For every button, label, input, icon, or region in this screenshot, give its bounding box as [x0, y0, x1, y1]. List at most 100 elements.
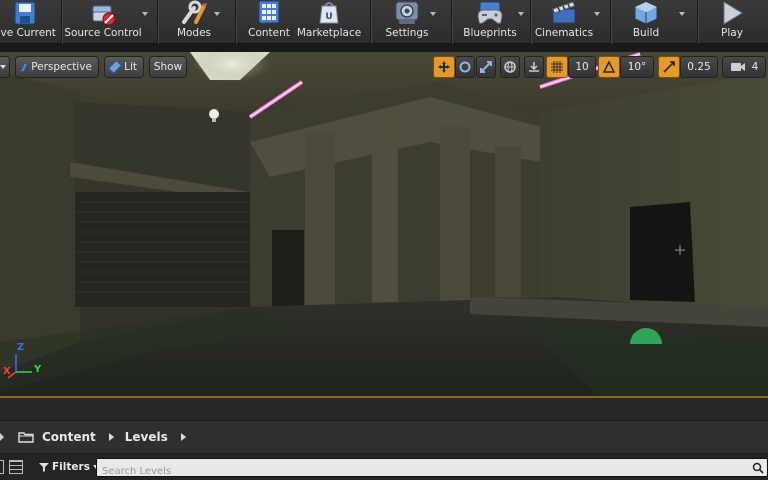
- translate-tool-button[interactable]: [433, 56, 455, 78]
- modes-button[interactable]: Modes: [170, 0, 218, 44]
- content-label: Content: [248, 27, 290, 39]
- search-levels-input[interactable]: [97, 463, 767, 480]
- breadcrumb-content[interactable]: Content: [42, 430, 96, 444]
- blueprints-label: Blueprints: [463, 27, 517, 39]
- modes-label: Modes: [176, 27, 212, 39]
- breadcrumb-levels[interactable]: Levels: [125, 430, 168, 444]
- toolbar-separator: [697, 0, 698, 44]
- main-toolbar: ave Current Source Control Modes Content…: [0, 0, 768, 44]
- surface-snapping-button[interactable]: [524, 56, 544, 78]
- save-current-label: ave Current: [0, 27, 56, 39]
- cinematics-label: Cinematics: [534, 27, 594, 39]
- perspective-button[interactable]: Perspective: [15, 56, 99, 78]
- cinematics-clapper-icon: [547, 0, 581, 26]
- toolbar-separator: [61, 0, 62, 44]
- rotation-snap-value: 10°: [627, 61, 647, 73]
- breadcrumb-separator-icon[interactable]: [180, 433, 186, 441]
- cinematics-dropdown-icon[interactable]: [594, 12, 600, 16]
- perspective-label: Perspective: [31, 61, 92, 73]
- build-button[interactable]: Build: [624, 0, 668, 44]
- scale-snap-value-dropdown[interactable]: 0.25: [680, 56, 718, 78]
- marketplace-label: Marketplace: [296, 27, 362, 39]
- editor-window: { "toolbar": { "save_label": "ave Curren…: [0, 0, 768, 480]
- marketplace-icon: U: [312, 0, 346, 26]
- list-view-icon[interactable]: [9, 460, 23, 474]
- scale-icon: [480, 61, 492, 73]
- settings-gear-icon: [390, 0, 424, 26]
- rotation-snap-value-dropdown[interactable]: 10°: [620, 56, 654, 78]
- cinematics-button[interactable]: Cinematics: [534, 0, 594, 44]
- nav-arrow-icon[interactable]: [0, 433, 4, 441]
- lit-label: Lit: [124, 61, 137, 73]
- search-levels-box[interactable]: [96, 458, 768, 480]
- modes-dropdown-icon[interactable]: [214, 12, 220, 16]
- toolbar-separator: [157, 0, 158, 44]
- view-mode-lit-button[interactable]: Lit: [104, 56, 144, 78]
- globe-icon: [504, 61, 516, 73]
- content-button[interactable]: Content: [246, 0, 292, 44]
- play-button[interactable]: Play: [710, 0, 754, 44]
- grid-snap-value-dropdown[interactable]: 10: [568, 56, 596, 78]
- save-icon: [8, 0, 42, 26]
- filters-label: Filters: [52, 461, 90, 473]
- blueprints-gamepad-icon: [473, 0, 507, 26]
- settings-dropdown-icon[interactable]: [430, 12, 436, 16]
- surface-snap-icon: [529, 62, 539, 72]
- grid-icon: [551, 61, 563, 73]
- play-icon: [715, 0, 749, 26]
- perspective-icon: [19, 62, 29, 72]
- source-control-icon: [86, 0, 120, 26]
- content-browser-top-bar: [0, 396, 768, 420]
- chevron-down-icon: [0, 65, 6, 69]
- grid-snap-value: 10: [575, 61, 589, 73]
- axis-y-label: Y: [34, 364, 42, 375]
- scale-snap-icon: [663, 61, 675, 73]
- svg-text:U: U: [325, 12, 332, 22]
- source-control-dropdown-icon[interactable]: [142, 12, 148, 16]
- camera-icon: [730, 63, 745, 71]
- show-label: Show: [153, 61, 183, 73]
- source-control-button[interactable]: Source Control: [64, 0, 142, 44]
- blueprints-dropdown-icon[interactable]: [518, 12, 524, 16]
- source-control-label: Source Control: [64, 27, 142, 39]
- toolbar-separator: [610, 0, 611, 44]
- toolbar-separator: [451, 0, 452, 44]
- rotation-snap-toggle[interactable]: [598, 56, 620, 78]
- rotate-icon: [459, 61, 471, 73]
- breadcrumb-separator-icon[interactable]: [108, 433, 114, 441]
- blueprints-button[interactable]: Blueprints: [462, 0, 518, 44]
- play-label: Play: [721, 27, 743, 39]
- grid-snap-toggle[interactable]: [546, 56, 568, 78]
- scene-render: [0, 52, 768, 396]
- filter-funnel-icon: [39, 463, 49, 472]
- axis-x-label: X: [3, 366, 11, 377]
- content-browser-path-bar: Content Levels: [0, 420, 768, 454]
- modes-tools-icon: [177, 0, 211, 26]
- view-options-icon[interactable]: [0, 460, 4, 474]
- axis-z-label: Z: [17, 342, 25, 353]
- viewport-options-button[interactable]: [0, 56, 10, 78]
- content-grid-icon: [252, 0, 286, 26]
- toolbar-separator: [235, 0, 236, 44]
- camera-speed-dropdown[interactable]: 4: [722, 56, 766, 78]
- world-local-toggle[interactable]: [500, 56, 520, 78]
- folder-icon: [18, 428, 34, 447]
- save-current-button[interactable]: ave Current: [0, 0, 56, 44]
- scale-snap-toggle[interactable]: [658, 56, 680, 78]
- scale-tool-button[interactable]: [476, 56, 496, 78]
- search-icon[interactable]: [752, 462, 764, 474]
- build-label: Build: [632, 27, 660, 39]
- build-dropdown-icon[interactable]: [679, 12, 685, 16]
- filters-button[interactable]: Filters: [33, 457, 105, 477]
- marketplace-button[interactable]: U Marketplace: [296, 0, 362, 44]
- content-browser-filter-bar: Filters: [0, 454, 768, 480]
- toolbar-separator: [530, 0, 531, 44]
- move-arrows-icon: [438, 61, 450, 73]
- toolbar-separator: [370, 0, 371, 44]
- angle-icon: [602, 60, 616, 73]
- rotate-tool-button[interactable]: [455, 56, 475, 78]
- settings-button[interactable]: Settings: [384, 0, 430, 44]
- lit-sphere-icon: [107, 59, 123, 75]
- show-button[interactable]: Show: [149, 56, 187, 78]
- level-viewport[interactable]: Z X Y Perspective Lit Show 10 10° 0.25 4: [0, 52, 768, 396]
